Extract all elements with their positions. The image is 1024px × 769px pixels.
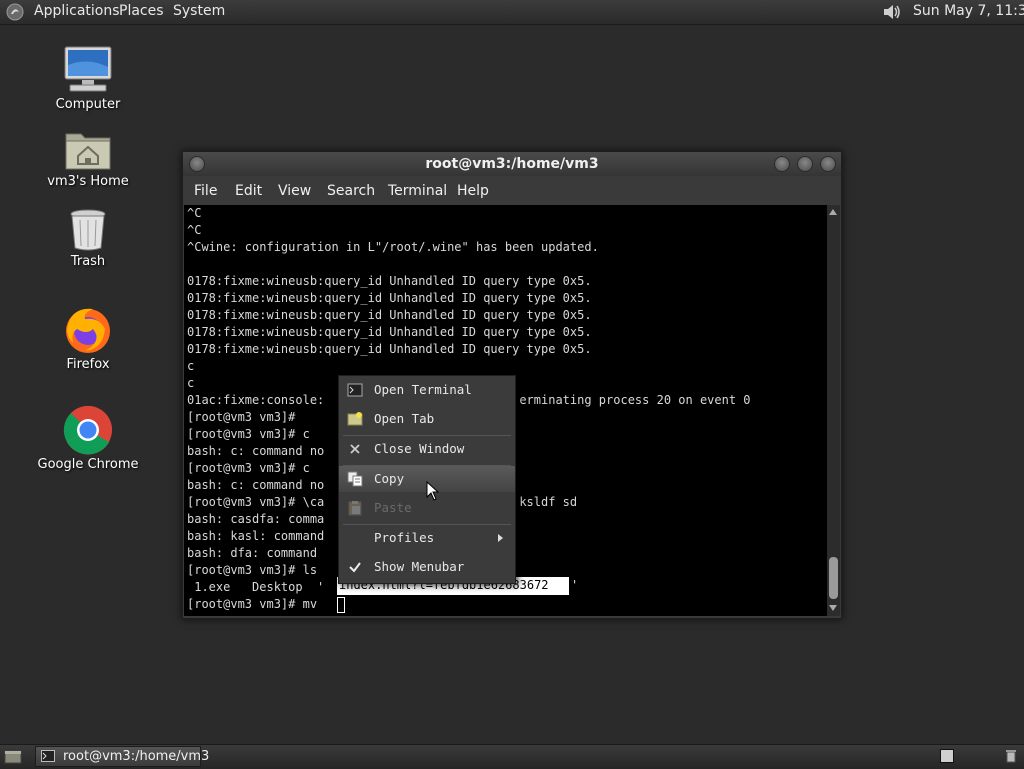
menu-item-profiles[interactable]: Profiles	[339, 525, 515, 551]
desktop-icon-trash[interactable]: Trash	[28, 208, 148, 269]
scroll-thumb[interactable]	[829, 557, 838, 599]
desktop-icon-chrome[interactable]: Google Chrome	[28, 405, 148, 472]
menu-item-label: Open Tab	[374, 411, 435, 426]
scrollbar[interactable]	[827, 205, 840, 616]
menu-edit[interactable]: Edit	[235, 183, 262, 199]
system-menu[interactable]: System	[173, 3, 225, 19]
menu-item-label: Show Menubar	[374, 559, 465, 574]
menu-item-label: Paste	[374, 500, 412, 515]
desktop-icon-label: Google Chrome	[37, 457, 139, 472]
places-menu[interactable]: Places	[119, 3, 164, 19]
title-bar[interactable]: root@vm3:/home/vm3	[183, 152, 841, 176]
desktop-icon-label: Computer	[55, 97, 121, 112]
menu-item-label: Profiles	[374, 530, 435, 545]
computer-icon	[64, 46, 112, 92]
menu-bar: File Edit View Search Terminal Help	[183, 178, 841, 204]
desktop-icon-computer[interactable]: Computer	[28, 45, 148, 112]
selection-suffix: '	[571, 578, 579, 592]
terminal-line: 0178:fixme:wineusb:query_id Unhandled ID…	[187, 342, 592, 356]
terminal-line: 0178:fixme:wineusb:query_id Unhandled ID…	[187, 274, 592, 288]
home-folder-icon	[65, 133, 111, 170]
desktop-icon-label: vm3's Home	[47, 174, 129, 189]
workspace-switcher-icon[interactable]	[940, 749, 954, 763]
menu-item-label: Copy	[374, 471, 405, 486]
firefox-icon	[66, 308, 110, 353]
context-menu: Open Terminal Open Tab Close Window Copy…	[338, 375, 516, 584]
applications-menu[interactable]: Applications	[34, 3, 120, 19]
menu-item-close-window[interactable]: Close Window	[339, 436, 515, 462]
terminal-line: 0178:fixme:wineusb:query_id Unhandled ID…	[187, 308, 592, 322]
desktop-icon-label: Firefox	[66, 357, 110, 372]
maximize-icon[interactable]	[797, 156, 813, 172]
terminal-icon	[347, 383, 363, 397]
terminal-line: ^C	[187, 206, 202, 220]
close-window-icon[interactable]	[820, 156, 836, 172]
chrome-icon	[63, 405, 113, 455]
distro-logo-icon[interactable]	[6, 3, 24, 21]
top-panel: Applications Places System Sun May 7, 11…	[0, 0, 1024, 25]
menu-search[interactable]: Search	[327, 183, 375, 199]
paste-icon	[348, 501, 362, 516]
desktop-icon-firefox[interactable]: Firefox	[28, 305, 148, 372]
taskbar-item-label: root@vm3:/home/vm3	[63, 749, 210, 764]
terminal-cursor	[337, 597, 345, 613]
menu-view[interactable]: View	[278, 183, 311, 199]
menu-file[interactable]: File	[194, 183, 217, 199]
clock[interactable]: Sun May 7, 11:32	[913, 3, 1024, 19]
trash-applet-icon[interactable]	[1004, 749, 1018, 763]
menu-help[interactable]: Help	[457, 183, 489, 199]
desktop-icon-home[interactable]: vm3's Home	[28, 128, 148, 189]
terminal-line: ^Cwine: configuration in L"/root/.wine" …	[187, 240, 599, 254]
window-title: root@vm3:/home/vm3	[425, 156, 599, 172]
terminal-line: 0178:fixme:wineusb:query_id Unhandled ID…	[187, 291, 592, 305]
terminal-icon	[41, 750, 55, 762]
scroll-up-icon[interactable]	[829, 209, 837, 215]
close-icon	[350, 444, 360, 454]
show-desktop-icon[interactable]	[4, 749, 22, 765]
terminal-line: 0178:fixme:wineusb:query_id Unhandled ID…	[187, 325, 592, 339]
taskbar-item-terminal[interactable]: root@vm3:/home/vm3	[35, 746, 209, 767]
terminal-line: [root@vm3 vm3]# mv	[187, 597, 325, 611]
desktop-icon-label: Trash	[70, 254, 106, 269]
copy-icon	[347, 471, 363, 487]
mouse-pointer-icon	[426, 481, 440, 501]
volume-icon[interactable]	[881, 2, 903, 22]
minimize-icon[interactable]	[774, 156, 790, 172]
scroll-down-icon[interactable]	[829, 605, 837, 611]
menu-terminal[interactable]: Terminal	[388, 183, 447, 199]
new-tab-icon	[347, 412, 363, 426]
submenu-arrow-icon	[498, 534, 503, 542]
trash-icon	[70, 209, 106, 251]
menu-item-label: Close Window	[374, 441, 465, 456]
terminal-line: c	[187, 359, 195, 373]
menu-item-label: Open Terminal	[374, 382, 472, 397]
terminal-line: ^C	[187, 223, 202, 237]
bottom-panel: root@vm3:/home/vm3	[0, 744, 1024, 769]
checkmark-icon	[349, 562, 361, 573]
menu-item-open-terminal[interactable]: Open Terminal	[339, 377, 515, 403]
menu-item-open-tab[interactable]: Open Tab	[339, 406, 515, 432]
menu-item-show-menubar[interactable]: Show Menubar	[339, 554, 515, 580]
